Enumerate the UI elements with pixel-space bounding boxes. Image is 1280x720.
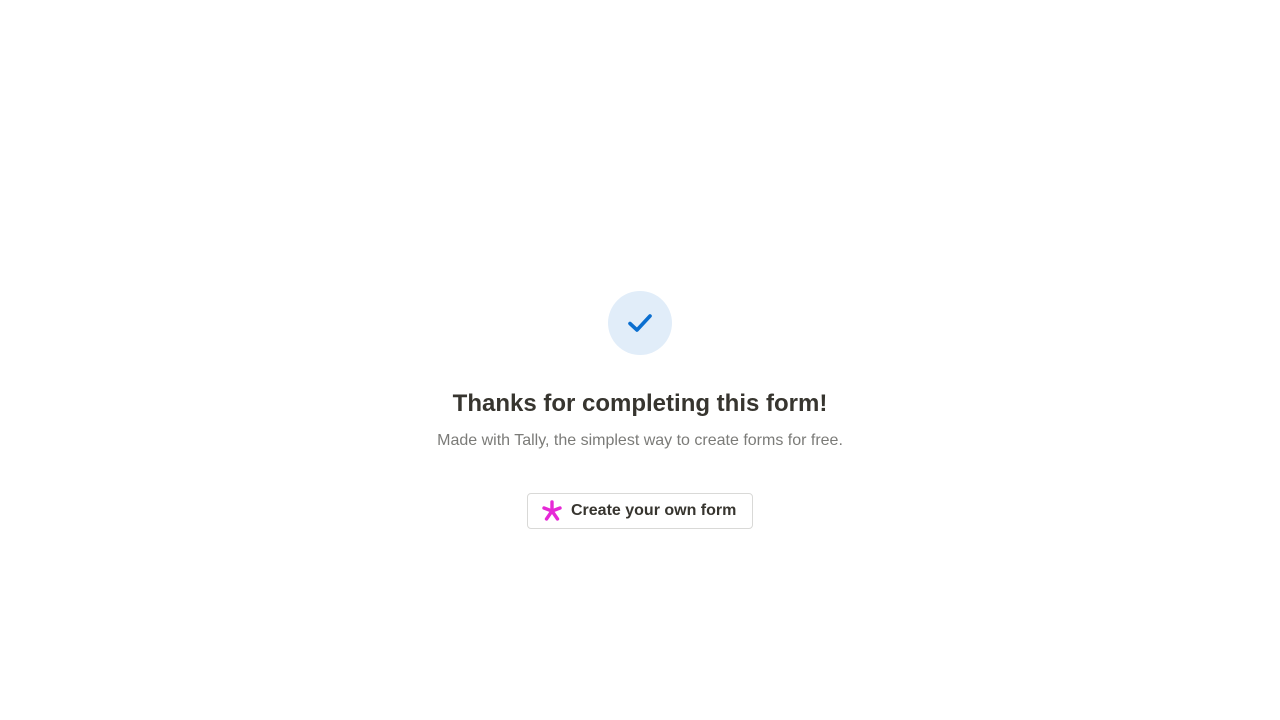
checkmark-icon <box>628 314 652 332</box>
create-your-own-form-label: Create your own form <box>571 502 737 519</box>
confirmation-subtitle: Made with Tally, the simplest way to cre… <box>437 432 843 449</box>
confirmation-title: Thanks for completing this form! <box>452 390 828 417</box>
thank-you-page: Thanks for completing this form! Made wi… <box>0 0 1280 720</box>
tally-asterisk-icon <box>541 500 563 522</box>
create-your-own-form-button[interactable]: Create your own form <box>527 493 753 529</box>
success-badge <box>608 291 672 355</box>
